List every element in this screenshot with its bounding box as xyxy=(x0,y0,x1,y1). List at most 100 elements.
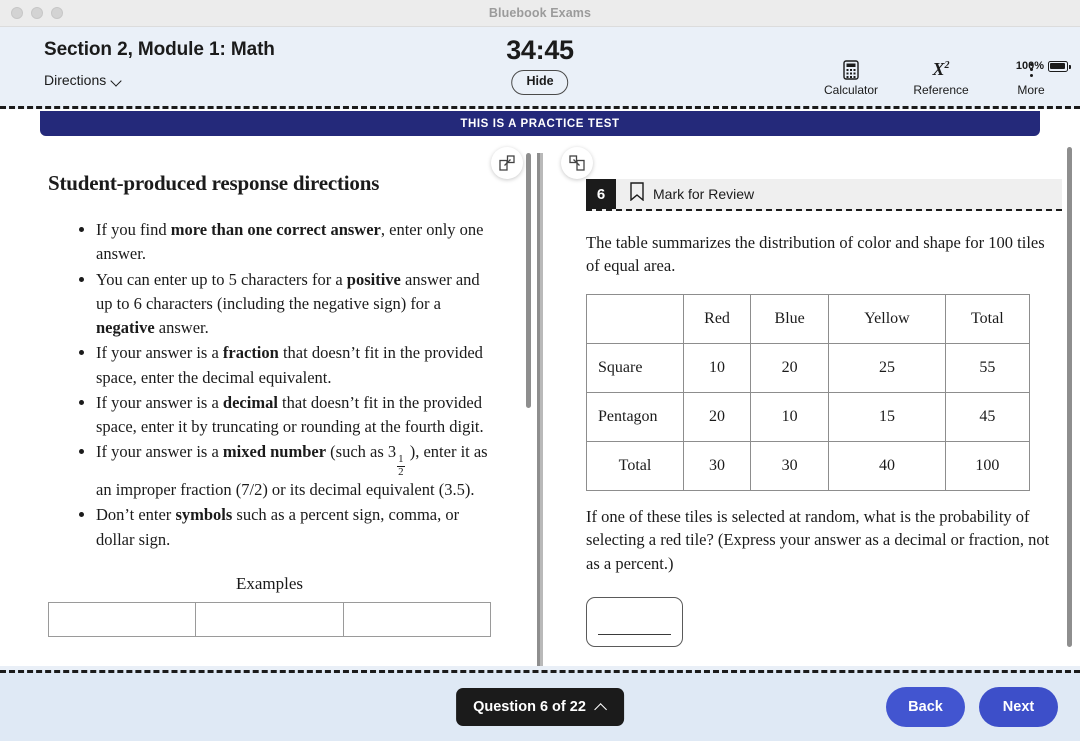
list-item: You can enter up to 5 characters for a p… xyxy=(96,268,495,341)
table-cell: 20 xyxy=(750,342,830,393)
timer-group: 34:45 Hide xyxy=(506,35,574,95)
fraction-denominator: 2 xyxy=(398,465,404,478)
row-header-pentagon: Pentagon xyxy=(586,391,684,442)
table-cell xyxy=(342,601,492,637)
calculator-icon xyxy=(820,58,882,81)
question-scrollbar[interactable] xyxy=(1067,147,1072,647)
bullet-bold: decimal xyxy=(222,392,278,412)
bullet-bold: symbols xyxy=(175,505,233,525)
bullet-text: Don’t enter xyxy=(96,505,176,525)
tile-distribution-table: Red Blue Yellow Total Square 10 20 25 55 xyxy=(586,293,1031,491)
bullet-text: answer. xyxy=(154,318,209,337)
directions-heading: Student-produced response directions xyxy=(48,171,380,195)
calculator-tool-button[interactable]: Calculator xyxy=(820,58,882,97)
exam-footer: Question 6 of 22 Back Next xyxy=(0,670,1080,741)
table-cell xyxy=(47,601,197,637)
directions-pane: Student-produced response directions If … xyxy=(0,139,540,666)
expand-left-pane-icon[interactable] xyxy=(491,147,523,179)
table-corner-cell xyxy=(586,293,684,344)
bullet-bold: negative xyxy=(96,318,155,337)
list-item: If your answer is a fraction that doesn’… xyxy=(96,341,495,390)
bullet-bold: mixed number xyxy=(222,442,327,462)
examples-heading: Examples xyxy=(235,573,304,593)
mixed-number-fraction: 12 xyxy=(397,453,405,478)
reference-tool-label: Reference xyxy=(913,83,969,97)
reference-tool-button[interactable]: X2 Reference xyxy=(910,58,972,97)
bookmark-icon xyxy=(630,182,644,206)
row-header-square: Square xyxy=(586,342,684,393)
question-navigator-button[interactable]: Question 6 of 22 xyxy=(456,688,624,726)
countdown-timer: 34:45 xyxy=(506,35,574,65)
chevron-up-icon xyxy=(595,703,607,711)
column-header-red: Red xyxy=(682,293,752,344)
directions-content: Student-produced response directions If … xyxy=(0,139,539,552)
examples-table xyxy=(47,601,492,637)
next-button[interactable]: Next xyxy=(979,687,1058,727)
question-pane: 6 Mark for Review The table summarizes t… xyxy=(540,139,1080,666)
more-vertical-icon xyxy=(1000,58,1062,81)
calculator-tool-label: Calculator xyxy=(823,83,879,97)
exam-app-window: Bluebook Exams Section 2, Module 1: Math… xyxy=(0,0,1080,741)
table-cell: 100 xyxy=(944,440,1031,491)
column-header-blue: Blue xyxy=(750,293,830,344)
bullet-text: If your answer is a xyxy=(96,442,223,462)
content-panes: Student-produced response directions If … xyxy=(0,139,1080,666)
bullet-bold: fraction xyxy=(222,343,279,363)
fraction-numerator: 1 xyxy=(397,453,405,467)
directions-bullet-list: If you find more than one correct answer… xyxy=(48,218,495,552)
question-header-bar: 6 Mark for Review xyxy=(586,179,1062,211)
table-cell: 30 xyxy=(750,440,830,491)
practice-test-banner: THIS IS A PRACTICE TEST xyxy=(40,111,1040,136)
answer-input-underline xyxy=(598,633,671,636)
practice-banner-wrapper: THIS IS A PRACTICE TEST xyxy=(0,109,1080,139)
table-row xyxy=(47,601,492,637)
table-cell: 20 xyxy=(682,391,752,442)
x-squared-icon: X2 xyxy=(932,59,950,79)
question-navigator-label: Question 6 of 22 xyxy=(473,699,586,715)
table-row: Total 30 30 40 100 xyxy=(586,440,1031,491)
mark-for-review-label: Mark for Review xyxy=(653,186,755,202)
back-button[interactable]: Back xyxy=(886,687,965,727)
column-header-total: Total xyxy=(944,293,1031,344)
answer-input[interactable] xyxy=(586,597,683,648)
header-tools: Calculator X2 Reference More xyxy=(820,58,1062,97)
hide-timer-button[interactable]: Hide xyxy=(511,70,569,95)
question-content: 6 Mark for Review The table summarizes t… xyxy=(540,139,1080,648)
section-title: Section 2, Module 1: Math xyxy=(44,39,275,60)
question-prompt-text: If one of these tiles is selected at ran… xyxy=(586,506,1050,573)
bullet-text: If your answer is a xyxy=(96,343,223,363)
header-left-group: Section 2, Module 1: Math Directions xyxy=(0,27,275,90)
bullet-bold: more than one correct answer xyxy=(170,220,381,239)
list-item: If you find more than one correct answer… xyxy=(96,218,495,267)
table-cell: 15 xyxy=(828,391,946,442)
row-header-total: Total xyxy=(586,440,684,491)
mark-for-review-button[interactable]: Mark for Review xyxy=(616,179,754,209)
bullet-text: If your answer is a xyxy=(96,392,223,412)
list-item: If your answer is a decimal that doesn’t… xyxy=(96,391,495,440)
pane-divider-handle[interactable] xyxy=(537,147,543,666)
window-titlebar: Bluebook Exams xyxy=(0,0,1080,27)
bullet-text: If you find xyxy=(96,220,171,239)
more-tool-label: More xyxy=(1017,83,1045,97)
directions-label: Directions xyxy=(44,72,107,88)
directions-dropdown-button[interactable]: Directions xyxy=(44,72,123,88)
table-cell: 30 xyxy=(682,440,752,491)
bullet-text: (such as 3 xyxy=(326,442,397,462)
table-cell xyxy=(195,601,344,637)
list-item: Don’t enter symbols such as a percent si… xyxy=(96,503,495,552)
more-tool-button[interactable]: More xyxy=(1000,58,1062,97)
directions-scrollbar[interactable] xyxy=(526,153,531,408)
table-row: Pentagon 20 10 15 45 xyxy=(586,391,1031,442)
window-title: Bluebook Exams xyxy=(488,6,592,20)
bullet-text: You can enter up to 5 characters for a xyxy=(96,269,347,289)
question-intro-text: The table summarizes the distribution of… xyxy=(586,233,1045,276)
table-cell: 45 xyxy=(944,391,1031,442)
list-item: If your answer is a mixed number (such a… xyxy=(96,440,495,502)
question-number-badge: 6 xyxy=(586,179,616,209)
table-row: Square 10 20 25 55 xyxy=(586,342,1031,393)
column-header-yellow: Yellow xyxy=(828,293,946,344)
chevron-down-icon xyxy=(112,77,123,84)
table-cell: 55 xyxy=(944,342,1031,393)
table-header-row: Red Blue Yellow Total xyxy=(586,293,1031,344)
expand-right-pane-icon[interactable] xyxy=(561,147,593,179)
